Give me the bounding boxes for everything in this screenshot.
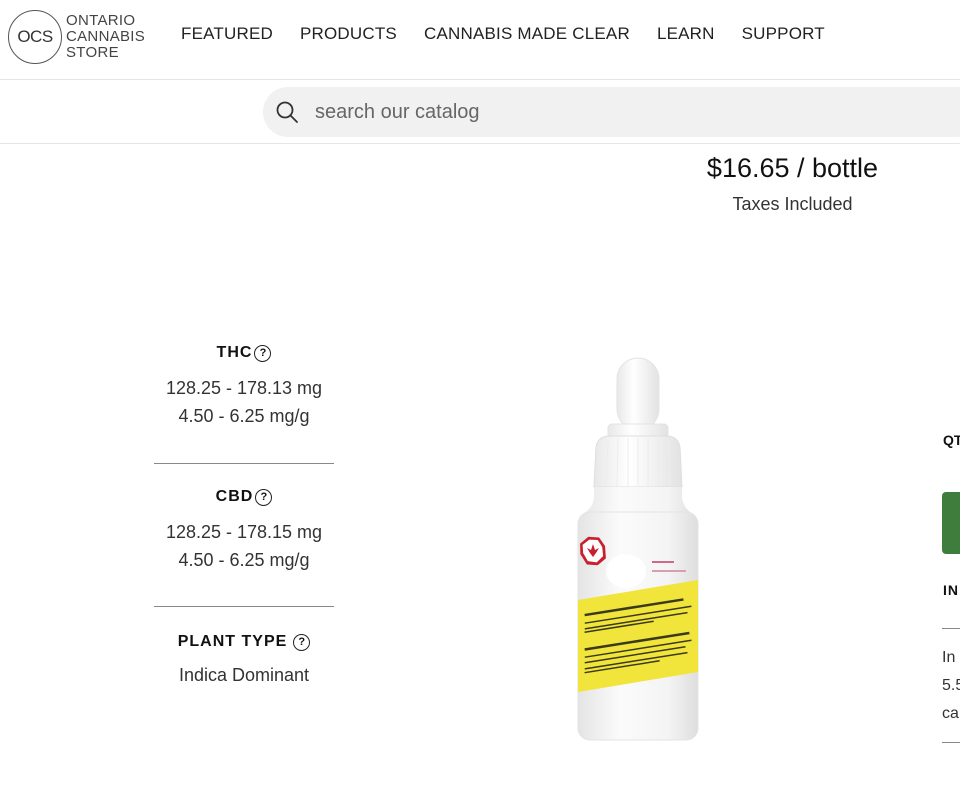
nav-products[interactable]: PRODUCTS [300,24,397,44]
cbd-values: 128.25 - 178.15 mg 4.50 - 6.25 mg/g [154,518,334,574]
spec-divider [154,606,334,607]
nav-support[interactable]: SUPPORT [742,24,825,44]
thc-mg: 128.25 - 178.13 mg [165,378,323,398]
logo-line-1: ONTARIO [66,12,136,29]
thc-title-row: THC ? [154,344,334,362]
logo-wordmark: ONTARIO CANNABIS STORE [66,13,145,61]
info-text-line-1: In [942,649,956,666]
cbd-title-row: CBD ? [154,488,334,506]
spec-divider [154,463,334,464]
cbd-title: CBD [215,488,254,505]
thc-mg-per-g: 4.50 - 6.25 mg/g [178,406,310,426]
search-bar[interactable] [263,87,960,137]
nav-cannabis-made-clear[interactable]: CANNABIS MADE CLEAR [424,24,630,44]
logo-line-3: STORE [66,44,119,61]
ocs-logo[interactable]: OCS ONTARIO CANNABIS STORE [8,10,145,64]
nav-featured[interactable]: FEATURED [181,24,273,44]
quantity-label: QT [943,432,960,448]
site-header: OCS ONTARIO CANNABIS STORE FEATURED PROD… [0,0,960,80]
main-nav: FEATURED PRODUCTS CANNABIS MADE CLEAR LE… [181,24,852,44]
cbd-help-icon[interactable]: ? [255,488,273,506]
thc-help-icon[interactable]: ? [254,344,272,362]
info-divider [942,742,960,743]
nav-learn[interactable]: LEARN [657,24,715,44]
product-price: $16.65 / bottle [706,153,879,183]
logo-mark: OCS [8,10,62,64]
plant-type-title-row: PLANT TYPE ? [154,633,334,651]
plant-type-title: PLANT TYPE [177,633,288,650]
info-divider [942,628,960,629]
info-text-line-3: ca [942,705,959,722]
info-label: IN [943,582,959,598]
info-text-line-2: 5.5 [942,677,960,694]
thc-values: 128.25 - 178.13 mg 4.50 - 6.25 mg/g [154,374,334,430]
thc-title: THC [216,344,253,361]
logo-line-2: CANNABIS [66,28,146,45]
cbd-spec: CBD ? 128.25 - 178.15 mg 4.50 - 6.25 mg/… [154,488,334,574]
plant-type-value: Indica Dominant [178,665,310,685]
add-to-cart-button[interactable] [942,492,960,554]
plant-type-spec: PLANT TYPE ? Indica Dominant [154,633,334,689]
cbd-mg-per-g: 4.50 - 6.25 mg/g [178,550,310,570]
thc-spec: THC ? 128.25 - 178.13 mg 4.50 - 6.25 mg/… [154,344,334,430]
taxes-note: Taxes Included [732,194,853,214]
search-row [0,81,960,144]
cbd-mg: 128.25 - 178.15 mg [165,522,323,542]
search-icon[interactable] [275,100,299,124]
plant-type-help-icon[interactable]: ? [293,633,311,651]
search-input[interactable] [315,100,915,124]
product-image[interactable] [568,352,708,752]
